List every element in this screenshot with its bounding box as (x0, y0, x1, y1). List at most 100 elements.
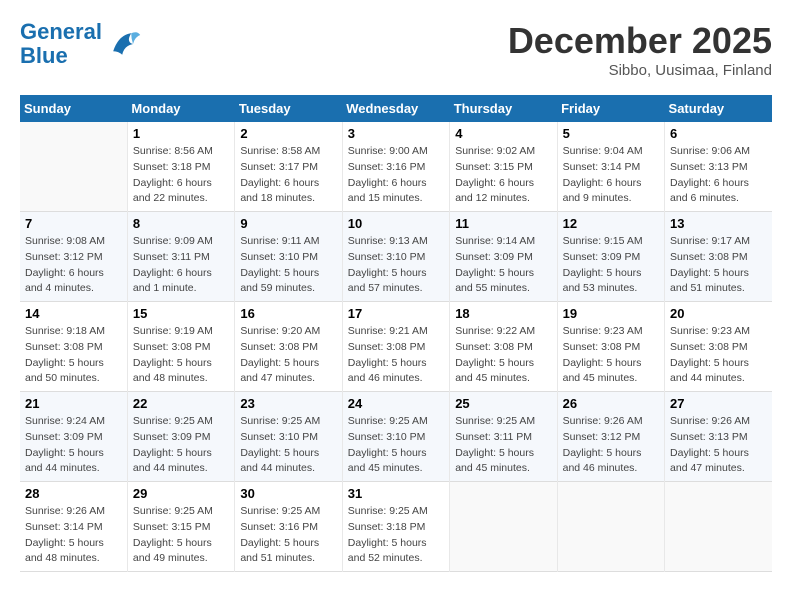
day-number: 19 (563, 306, 659, 321)
calendar-cell: 14 Sunrise: 9:18 AM Sunset: 3:08 PM Dayli… (20, 302, 127, 392)
day-number: 23 (240, 396, 336, 411)
calendar-cell (665, 482, 772, 572)
calendar-cell: 22Sunrise: 9:25 AM Sunset: 3:09 PM Dayli… (127, 392, 234, 482)
day-number: 2 (240, 126, 336, 141)
logo: General Blue (20, 20, 142, 68)
day-number: 28 (25, 486, 122, 501)
day-number: 17 (348, 306, 444, 321)
day-number: 12 (563, 216, 659, 231)
day-number: 30 (240, 486, 336, 501)
day-info: Sunrise: 9:25 AM Sunset: 3:09 PM Dayligh… (133, 414, 229, 477)
day-number: 26 (563, 396, 659, 411)
day-number: 14 (25, 306, 122, 321)
calendar-cell (450, 482, 557, 572)
weekday-header-thursday: Thursday (450, 95, 557, 122)
day-info: Sunrise: 9:26 AM Sunset: 3:12 PM Dayligh… (563, 414, 659, 477)
day-info: Sunrise: 9:25 AM Sunset: 3:18 PM Dayligh… (348, 504, 444, 567)
day-info: Sunrise: 9:25 AM Sunset: 3:15 PM Dayligh… (133, 504, 229, 567)
calendar-cell: 2Sunrise: 8:58 AM Sunset: 3:17 PM Daylig… (235, 122, 342, 212)
day-info: Sunrise: 9:25 AM Sunset: 3:10 PM Dayligh… (240, 414, 336, 477)
day-number: 20 (670, 306, 767, 321)
calendar-cell: 1 Sunrise: 8:56 AM Sunset: 3:18 PM Daylig… (127, 122, 234, 212)
day-number: 13 (670, 216, 767, 231)
day-number: 27 (670, 396, 767, 411)
day-info: Sunrise: 9:14 AM Sunset: 3:09 PM Dayligh… (455, 234, 551, 297)
day-number: 11 (455, 216, 551, 231)
calendar-week-row: 14 Sunrise: 9:18 AM Sunset: 3:08 PM Dayli… (20, 302, 772, 392)
calendar-cell: 26 Sunrise: 9:26 AM Sunset: 3:12 PM Dayli… (557, 392, 664, 482)
calendar-cell: 18Sunrise: 9:22 AM Sunset: 3:08 PM Dayli… (450, 302, 557, 392)
day-info: Sunrise: 9:25 AM Sunset: 3:11 PM Dayligh… (455, 414, 551, 477)
day-info: Sunrise: 9:21 AM Sunset: 3:08 PM Dayligh… (348, 324, 444, 387)
day-number: 16 (240, 306, 336, 321)
calendar-cell (20, 122, 127, 212)
calendar-table: SundayMondayTuesdayWednesdayThursdayFrid… (20, 95, 772, 572)
day-number: 5 (563, 126, 659, 141)
day-number: 7 (25, 216, 122, 231)
calendar-cell: 20 Sunrise: 9:23 AM Sunset: 3:08 PM Dayli… (665, 302, 772, 392)
day-info: Sunrise: 9:17 AM Sunset: 3:08 PM Dayligh… (670, 234, 767, 297)
day-number: 31 (348, 486, 444, 501)
day-info: Sunrise: 9:04 AM Sunset: 3:14 PM Dayligh… (563, 144, 659, 207)
title-block: December 2025 Sibbo, Uusimaa, Finland (508, 20, 772, 79)
day-info: Sunrise: 9:08 AM Sunset: 3:12 PM Dayligh… (25, 234, 122, 297)
logo-general: General (20, 19, 102, 44)
page-header: General Blue December 2025 Sibbo, Uusima… (20, 20, 772, 79)
weekday-header-wednesday: Wednesday (342, 95, 449, 122)
day-info: Sunrise: 9:26 AM Sunset: 3:13 PM Dayligh… (670, 414, 767, 477)
calendar-cell: 9 Sunrise: 9:11 AM Sunset: 3:10 PM Daylig… (235, 212, 342, 302)
weekday-header-sunday: Sunday (20, 95, 127, 122)
calendar-cell: 24Sunrise: 9:25 AM Sunset: 3:10 PM Dayli… (342, 392, 449, 482)
calendar-cell: 4Sunrise: 9:02 AM Sunset: 3:15 PM Daylig… (450, 122, 557, 212)
day-info: Sunrise: 9:23 AM Sunset: 3:08 PM Dayligh… (563, 324, 659, 387)
calendar-cell: 12 Sunrise: 9:15 AM Sunset: 3:09 PM Dayli… (557, 212, 664, 302)
day-number: 3 (348, 126, 444, 141)
calendar-cell (557, 482, 664, 572)
day-number: 25 (455, 396, 551, 411)
day-number: 8 (133, 216, 229, 231)
calendar-cell: 5 Sunrise: 9:04 AM Sunset: 3:14 PM Daylig… (557, 122, 664, 212)
calendar-cell: 16Sunrise: 9:20 AM Sunset: 3:08 PM Dayli… (235, 302, 342, 392)
day-number: 4 (455, 126, 551, 141)
day-info: Sunrise: 9:25 AM Sunset: 3:16 PM Dayligh… (240, 504, 336, 567)
calendar-cell: 23 Sunrise: 9:25 AM Sunset: 3:10 PM Dayli… (235, 392, 342, 482)
day-number: 18 (455, 306, 551, 321)
month-title: December 2025 (508, 20, 772, 62)
day-number: 15 (133, 306, 229, 321)
logo-blue-text: Blue (20, 43, 68, 68)
calendar-cell: 13 Sunrise: 9:17 AM Sunset: 3:08 PM Dayli… (665, 212, 772, 302)
calendar-cell: 19 Sunrise: 9:23 AM Sunset: 3:08 PM Dayli… (557, 302, 664, 392)
calendar-cell: 15 Sunrise: 9:19 AM Sunset: 3:08 PM Dayli… (127, 302, 234, 392)
day-info: Sunrise: 9:09 AM Sunset: 3:11 PM Dayligh… (133, 234, 229, 297)
location: Sibbo, Uusimaa, Finland (508, 62, 772, 79)
day-number: 1 (133, 126, 229, 141)
day-info: Sunrise: 9:24 AM Sunset: 3:09 PM Dayligh… (25, 414, 122, 477)
weekday-header-saturday: Saturday (665, 95, 772, 122)
calendar-week-row: 7 Sunrise: 9:08 AM Sunset: 3:12 PM Daylig… (20, 212, 772, 302)
day-number: 9 (240, 216, 336, 231)
calendar-cell: 10 Sunrise: 9:13 AM Sunset: 3:10 PM Dayli… (342, 212, 449, 302)
day-info: Sunrise: 9:13 AM Sunset: 3:10 PM Dayligh… (348, 234, 444, 297)
day-info: Sunrise: 9:06 AM Sunset: 3:13 PM Dayligh… (670, 144, 767, 207)
logo-blue: Blue (20, 44, 102, 68)
day-number: 10 (348, 216, 444, 231)
calendar-week-row: 1 Sunrise: 8:56 AM Sunset: 3:18 PM Daylig… (20, 122, 772, 212)
day-info: Sunrise: 9:18 AM Sunset: 3:08 PM Dayligh… (25, 324, 122, 387)
calendar-cell: 3Sunrise: 9:00 AM Sunset: 3:16 PM Daylig… (342, 122, 449, 212)
calendar-cell: 25 Sunrise: 9:25 AM Sunset: 3:11 PM Dayli… (450, 392, 557, 482)
calendar-week-row: 28 Sunrise: 9:26 AM Sunset: 3:14 PM Dayli… (20, 482, 772, 572)
calendar-week-row: 21Sunrise: 9:24 AM Sunset: 3:09 PM Dayli… (20, 392, 772, 482)
calendar-cell: 30 Sunrise: 9:25 AM Sunset: 3:16 PM Dayli… (235, 482, 342, 572)
day-info: Sunrise: 9:15 AM Sunset: 3:09 PM Dayligh… (563, 234, 659, 297)
day-info: Sunrise: 9:19 AM Sunset: 3:08 PM Dayligh… (133, 324, 229, 387)
day-info: Sunrise: 9:23 AM Sunset: 3:08 PM Dayligh… (670, 324, 767, 387)
calendar-cell: 17 Sunrise: 9:21 AM Sunset: 3:08 PM Dayli… (342, 302, 449, 392)
day-info: Sunrise: 9:11 AM Sunset: 3:10 PM Dayligh… (240, 234, 336, 297)
day-number: 6 (670, 126, 767, 141)
calendar-cell: 8 Sunrise: 9:09 AM Sunset: 3:11 PM Daylig… (127, 212, 234, 302)
day-info: Sunrise: 8:56 AM Sunset: 3:18 PM Dayligh… (133, 144, 229, 207)
logo-text: General (20, 20, 102, 44)
day-info: Sunrise: 9:26 AM Sunset: 3:14 PM Dayligh… (25, 504, 122, 567)
calendar-cell: 31 Sunrise: 9:25 AM Sunset: 3:18 PM Dayli… (342, 482, 449, 572)
calendar-cell: 6 Sunrise: 9:06 AM Sunset: 3:13 PM Daylig… (665, 122, 772, 212)
